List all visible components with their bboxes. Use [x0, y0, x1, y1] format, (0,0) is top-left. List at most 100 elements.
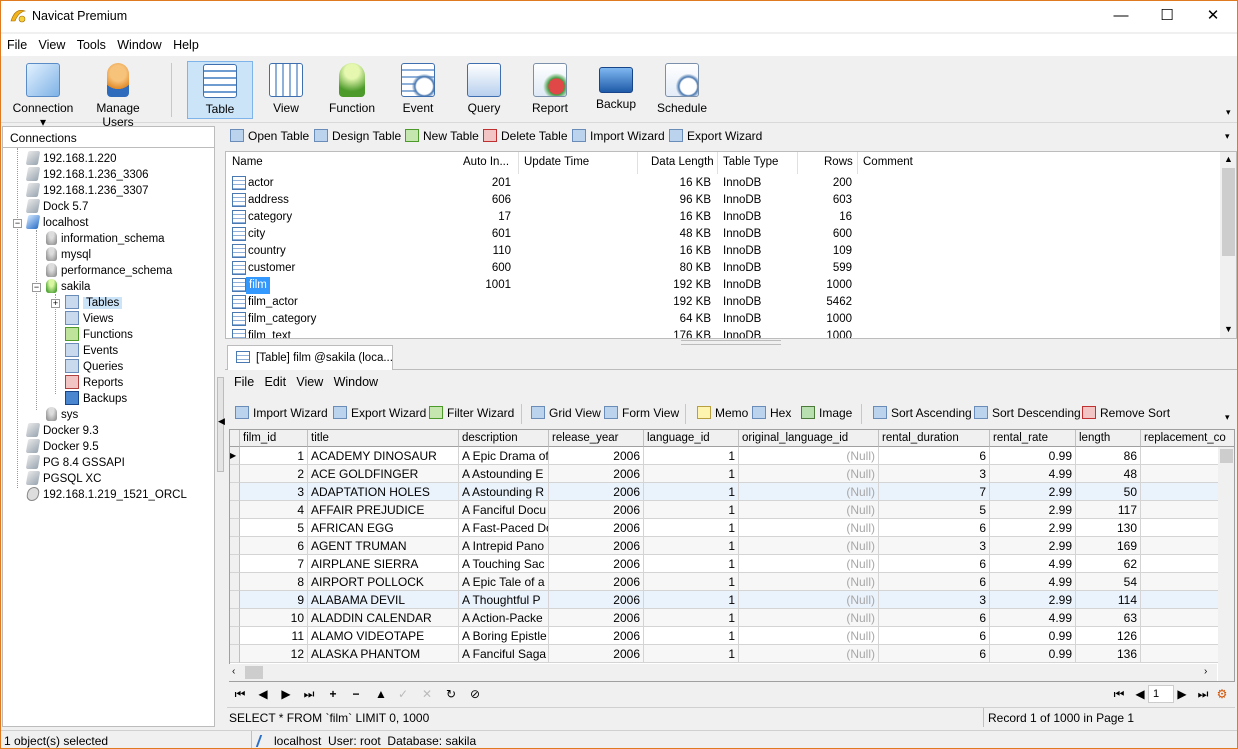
col-header-replacement-cost[interactable]: replacement_co [1141, 430, 1234, 447]
grid-cell-language-id[interactable]: 1 [644, 591, 739, 609]
next-record-icon[interactable]: ▶ [278, 687, 294, 701]
row-indicator[interactable] [230, 501, 240, 519]
page-number-input[interactable]: 1 [1148, 685, 1174, 703]
grid-cell-rental-rate[interactable]: 2.99 [990, 483, 1076, 501]
grid-cell-language-id[interactable]: 1 [644, 645, 739, 663]
database-item[interactable]: information_schema [46, 231, 165, 247]
grid-cell-original-language-id[interactable]: (Null) [739, 609, 879, 627]
grid-cell-film-id[interactable]: 9 [240, 591, 308, 609]
col-header-film-id[interactable]: film_id [240, 430, 308, 447]
connection-item-localhost[interactable]: localhost [25, 215, 88, 231]
up-icon[interactable]: ▲ [373, 687, 389, 701]
row-indicator[interactable] [230, 555, 240, 573]
grid-cell-rental-rate[interactable]: 2.99 [990, 537, 1076, 555]
grid-cell-film-id[interactable]: 4 [240, 501, 308, 519]
remove-sort-button[interactable]: Remove Sort [1082, 406, 1170, 420]
table-row[interactable]: ▶ 1 ACADEMY DINOSAUR A Epic Drama of 2006 1 (N… [230, 447, 1234, 465]
tab-view[interactable]: View [255, 61, 317, 119]
sort-ascending-button[interactable]: Sort Ascending [873, 406, 972, 420]
grid-cell-title[interactable]: ACE GOLDFINGER [308, 465, 459, 483]
grid-cell-title[interactable]: AFFAIR PREJUDICE [308, 501, 459, 519]
grid-cell-rental-rate[interactable]: 4.99 [990, 555, 1076, 573]
connection-item[interactable]: PG 8.4 GSSAPI [25, 455, 125, 471]
tree-item-reports[interactable]: Reports [65, 375, 123, 391]
collapse-arrow-icon[interactable]: ◀ [218, 416, 225, 427]
table-list-row[interactable]: customer 600 80 KB InnoDB 599 [226, 260, 1221, 277]
grid-cell-release-year[interactable]: 2006 [549, 519, 644, 537]
tab-film-table[interactable]: [Table] film @sakila (loca... [227, 345, 393, 370]
grid-cell-rental-duration[interactable]: 6 [879, 555, 990, 573]
grid-cell-description[interactable]: A Fast-Paced Do [459, 519, 549, 537]
grid-cell-length[interactable]: 86 [1076, 447, 1141, 465]
tree-item-views[interactable]: Views [65, 311, 113, 327]
grid-cell-length[interactable]: 54 [1076, 573, 1141, 591]
editor-menu-view[interactable]: View [296, 375, 323, 389]
editor-menu-window[interactable]: Window [334, 375, 378, 389]
menu-view[interactable]: View [39, 34, 66, 52]
grid-cell-original-language-id[interactable]: (Null) [739, 483, 879, 501]
grid-cell-description[interactable]: A Fanciful Saga [459, 645, 549, 663]
add-record-icon[interactable]: + [325, 687, 341, 701]
grid-cell-description[interactable]: A Touching Sac [459, 555, 549, 573]
scroll-left-icon[interactable]: ‹ [232, 666, 235, 677]
table-list-row[interactable]: film_text 176 KB InnoDB 1000 [226, 328, 1221, 338]
grid-cell-length[interactable]: 117 [1076, 501, 1141, 519]
tab-report[interactable]: Report [519, 61, 581, 119]
minimize-button[interactable]: — [1098, 1, 1144, 31]
grid-cell-language-id[interactable]: 1 [644, 447, 739, 465]
grid-cell-film-id[interactable]: 2 [240, 465, 308, 483]
refresh-icon[interactable]: ↻ [443, 687, 459, 701]
col-header-rental-duration[interactable]: rental_duration [879, 430, 990, 447]
col-header-release-year[interactable]: release_year [549, 430, 644, 447]
tab-function[interactable]: Function [321, 61, 383, 119]
connection-item[interactable]: 192.168.1.220 [25, 151, 117, 167]
grid-cell-film-id[interactable]: 1 [240, 447, 308, 465]
grid-cell-title[interactable]: ALADDIN CALENDAR [308, 609, 459, 627]
col-header-language-id[interactable]: language_id [644, 430, 739, 447]
connection-button[interactable]: Connection ▾ [9, 61, 77, 129]
grid-cell-film-id[interactable]: 11 [240, 627, 308, 645]
connection-item[interactable]: Docker 9.3 [25, 423, 99, 439]
tab-table[interactable]: Table [187, 61, 253, 119]
grid-cell-release-year[interactable]: 2006 [549, 537, 644, 555]
grid-cell-film-id[interactable]: 7 [240, 555, 308, 573]
row-indicator[interactable] [230, 591, 240, 609]
grid-cell-description[interactable]: A Astounding R [459, 483, 549, 501]
collapse-toggle[interactable]: − [32, 283, 41, 292]
import-wizard-button[interactable]: Import Wizard [235, 406, 328, 420]
stop-icon[interactable]: ⊘ [467, 687, 483, 701]
maximize-button[interactable]: ☐ [1144, 1, 1190, 31]
grid-cell-rental-duration[interactable]: 5 [879, 501, 990, 519]
export-wizard-button[interactable]: Export Wizard [333, 406, 426, 420]
grid-cell-release-year[interactable]: 2006 [549, 573, 644, 591]
objbar-overflow-icon[interactable]: ▾ [1225, 131, 1230, 142]
col-header-auto-increment[interactable]: Auto In... [463, 156, 509, 168]
image-button[interactable]: Image [801, 406, 852, 420]
scroll-up-icon[interactable]: ▲ [1224, 154, 1233, 164]
grid-cell-language-id[interactable]: 1 [644, 465, 739, 483]
col-header-original-language-id[interactable]: original_language_id [739, 430, 879, 447]
connection-item[interactable]: 192.168.1.236_3306 [25, 167, 149, 183]
grid-cell-film-id[interactable]: 3 [240, 483, 308, 501]
expand-toggle[interactable]: + [51, 299, 60, 308]
grid-cell-description[interactable]: A Epic Tale of a [459, 573, 549, 591]
grid-cell-release-year[interactable]: 2006 [549, 483, 644, 501]
grid-cell-title[interactable]: ADAPTATION HOLES [308, 483, 459, 501]
tree-item-backups[interactable]: Backups [65, 391, 127, 407]
grid-cell-film-id[interactable]: 8 [240, 573, 308, 591]
grid-cell-title[interactable]: AIRPLANE SIERRA [308, 555, 459, 573]
collapse-toggle[interactable]: − [13, 219, 22, 228]
grid-cell-language-id[interactable]: 1 [644, 519, 739, 537]
table-row[interactable]: 8 AIRPORT POLLOCK A Epic Tale of a 2006 1 (Nu… [230, 573, 1234, 591]
table-row[interactable]: 11 ALAMO VIDEOTAPE A Boring Epistle 2006 1 (N… [230, 627, 1234, 645]
table-row[interactable]: 10 ALADDIN CALENDAR A Action-Packe 2006 1 (Nu… [230, 609, 1234, 627]
delete-record-icon[interactable]: − [348, 687, 364, 701]
grid-cell-rental-duration[interactable]: 7 [879, 483, 990, 501]
grid-cell-language-id[interactable]: 1 [644, 573, 739, 591]
grid-cell-film-id[interactable]: 5 [240, 519, 308, 537]
table-row[interactable]: 4 AFFAIR PREJUDICE A Fanciful Docu 2006 1 (Nu… [230, 501, 1234, 519]
grid-cell-length[interactable]: 48 [1076, 465, 1141, 483]
grid-cell-rental-duration[interactable]: 6 [879, 609, 990, 627]
tree-item-functions[interactable]: Functions [65, 327, 133, 343]
row-indicator[interactable]: ▶ [230, 447, 240, 465]
